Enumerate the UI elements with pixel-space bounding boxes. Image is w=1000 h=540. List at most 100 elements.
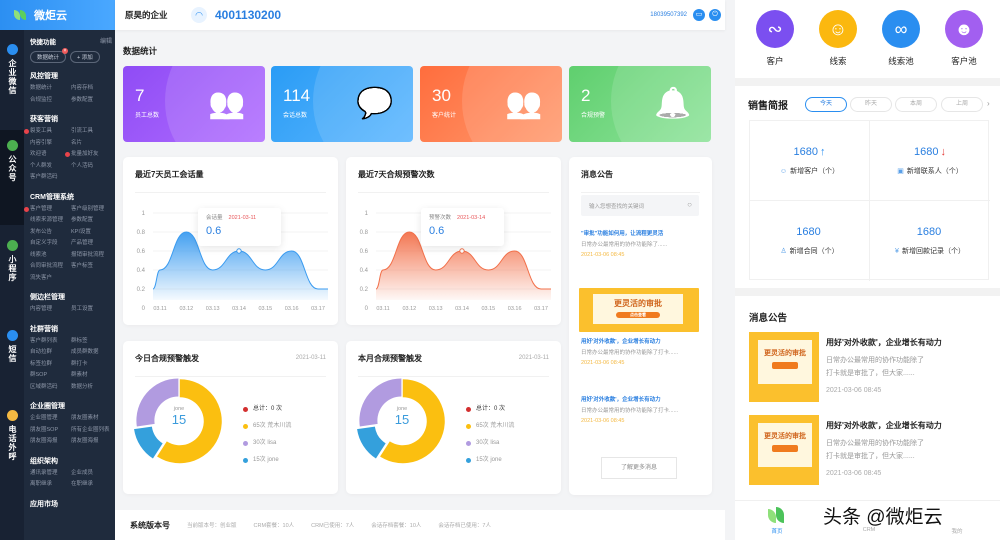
edit-link[interactable]: 编辑 xyxy=(100,36,112,46)
menu-item[interactable]: 内容管理 xyxy=(30,304,71,316)
menu-item[interactable]: 客户管理 xyxy=(24,204,71,216)
stat-card-bell[interactable]: 2 合规预警 🔔 xyxy=(569,66,711,142)
notice-item-title[interactable]: 用好'对外收款'，企业增长有动力 xyxy=(581,337,701,345)
menu-item[interactable]: 个人群发 xyxy=(30,161,71,173)
notice-item-title[interactable]: 用好'对外收款'，企业增长有动力 xyxy=(581,395,701,403)
menu-item[interactable]: 自动拉群 xyxy=(30,347,71,359)
legend-item[interactable]: 15次 jone xyxy=(243,452,291,469)
menu-item[interactable]: 朋友圈海报 xyxy=(71,436,112,448)
add-quick-button[interactable]: + 添加 xyxy=(70,51,100,63)
tab-last-week[interactable]: 上周 xyxy=(941,97,983,112)
menu-group-title[interactable]: 企业圈管理 xyxy=(30,401,112,413)
sales-cell[interactable]: 1680 ¥ 新增回款记录（个） xyxy=(870,201,990,281)
menu-item[interactable]: 标签拉群 xyxy=(30,359,71,371)
legend-item[interactable]: 65次 荒木川流 xyxy=(243,418,291,435)
menu-item[interactable]: 线索来源管理 xyxy=(30,215,71,227)
menu-group-title[interactable]: 社群营销 xyxy=(30,324,112,336)
menu-item[interactable]: 客户级别管理 xyxy=(71,204,112,216)
menu-item[interactable]: 成员群数据 xyxy=(71,347,112,359)
power-icon[interactable]: ⏻ xyxy=(709,9,721,21)
menu-item[interactable]: 合规监控 xyxy=(30,95,71,107)
menu-item[interactable]: 产品管理 xyxy=(71,238,112,250)
menu-item[interactable]: 群素材 xyxy=(71,370,112,382)
rail-item-wecom[interactable]: 企业微信 xyxy=(0,34,24,114)
menu-item[interactable]: 群SOP xyxy=(30,370,71,382)
menu-item[interactable]: 内容存档 xyxy=(71,83,112,95)
notice-item[interactable]: 用好'对外收款'，企业增长有动力 日常办公最常用的协作功能除了打卡...... 20… xyxy=(581,395,701,424)
menu-item[interactable]: 批量加好友 xyxy=(65,149,112,161)
menu-item[interactable]: 朋友圈海报 xyxy=(30,436,71,448)
menu-item[interactable]: 自定义字段 xyxy=(30,238,71,250)
account-phone[interactable]: 18039507392 xyxy=(650,12,687,18)
menu-item[interactable]: KPI设置 xyxy=(71,227,112,239)
tab-home[interactable]: 首页 xyxy=(757,527,797,535)
app-shortcut[interactable]: ∞ 线索池 xyxy=(871,10,931,67)
app-shortcut[interactable]: ☻ 客户池 xyxy=(934,10,994,67)
search-icon[interactable]: ○ xyxy=(687,200,692,209)
menu-item[interactable]: 员工设置 xyxy=(71,304,112,316)
menu-group-title[interactable]: 风控管理 xyxy=(30,71,112,83)
mobile-notice-item[interactable]: 更灵活的审批 用好'对外收款'，企业增长有动力 日常办公最常用的协作功能除了 打卡就是… xyxy=(749,415,989,485)
menu-item[interactable]: 线索池 xyxy=(30,250,71,262)
menu-group-title[interactable]: 组织架构 xyxy=(30,456,112,468)
menu-item[interactable]: 内容引擎 xyxy=(30,138,71,150)
legend-item[interactable]: 30次 lisa xyxy=(466,435,514,452)
data-point[interactable] xyxy=(236,248,242,254)
menu-item[interactable]: 客户标签 xyxy=(71,261,112,273)
legend-item[interactable]: 30次 lisa xyxy=(243,435,291,452)
menu-item[interactable]: 朋友圈素材 xyxy=(71,413,112,425)
legend-item[interactable]: 15次 jone xyxy=(466,452,514,469)
rail-item-wechat[interactable]: 公众号 xyxy=(0,130,24,225)
app-shortcut[interactable]: ∾ 客户 xyxy=(745,10,805,67)
tab-mine[interactable]: 我的 xyxy=(937,527,977,535)
menu-item[interactable]: 流失客户 xyxy=(30,273,71,285)
menu-item[interactable]: 发布公告 xyxy=(30,227,71,239)
menu-item[interactable]: 报销审批流程 xyxy=(71,250,112,262)
menu-item[interactable]: 客户群列表 xyxy=(30,336,71,348)
stat-card-customers[interactable]: 30 客户统计 👥 xyxy=(420,66,562,142)
donut-slice-1[interactable] xyxy=(357,426,386,459)
rail-item-miniprogram[interactable]: 小程序 xyxy=(0,230,24,310)
legend-item[interactable]: 65次 荒木川流 xyxy=(466,418,514,435)
rail-item-phone[interactable]: 电话外呼 xyxy=(0,400,24,480)
app-shortcut[interactable]: ☺ 线索 xyxy=(808,10,868,67)
notice-item-title[interactable]: "审批"功能如何用，让流程更灵活 xyxy=(581,229,701,237)
menu-item[interactable]: 朋友圈SOP xyxy=(30,425,71,437)
tab-today[interactable]: 今天 xyxy=(805,97,847,112)
menu-item[interactable]: 区域群活码 xyxy=(30,382,71,394)
menu-item[interactable]: 个人活码 xyxy=(71,161,112,173)
search-input[interactable]: 输入您想查找的关键词 ○ xyxy=(581,195,699,216)
home-logo-icon[interactable] xyxy=(768,507,786,523)
menu-group-title[interactable]: 应用市场 xyxy=(30,499,112,511)
notice-banner-image[interactable]: 更灵活的审批 点击查看 xyxy=(579,288,699,332)
menu-group-title[interactable]: 侧边栏管理 xyxy=(30,292,112,304)
menu-item[interactable]: 离职继承 xyxy=(30,479,71,491)
chevron-right-icon[interactable]: › xyxy=(987,99,990,108)
logo[interactable]: 微炬云 xyxy=(0,0,115,30)
menu-item[interactable]: 合同审批流程 xyxy=(30,261,71,273)
menu-item[interactable]: 名片 xyxy=(71,138,112,150)
tab-yesterday[interactable]: 昨天 xyxy=(850,97,892,112)
sales-cell[interactable]: 1680 ♙ 新增合同（个） xyxy=(750,201,870,281)
menu-item[interactable]: 裂变工具 xyxy=(24,126,71,138)
sales-cell[interactable]: 1680 ↑ ☺ 新增客户（个） xyxy=(750,121,870,201)
menu-item[interactable]: 通讯录管理 xyxy=(30,468,71,480)
menu-item[interactable]: 数据统计 xyxy=(30,83,71,95)
menu-item[interactable]: 群标签 xyxy=(71,336,112,348)
menu-item[interactable]: 引流工具 xyxy=(71,126,112,138)
menu-item[interactable]: 参数配置 xyxy=(71,215,112,227)
menu-group-title[interactable]: CRM管理系统 xyxy=(30,192,112,204)
tab-this-week[interactable]: 本周 xyxy=(895,97,937,112)
more-messages-button[interactable]: 了解更多消息 xyxy=(601,457,677,479)
menu-item[interactable]: 数据分析 xyxy=(71,382,112,394)
menu-group-title[interactable]: 获客营销 xyxy=(30,114,112,126)
menu-item[interactable]: 所有企业圈列表 xyxy=(71,425,112,437)
message-icon[interactable]: ▭ xyxy=(693,9,705,21)
stat-card-chat[interactable]: 114 会话总数 💬 xyxy=(271,66,413,142)
sales-cell[interactable]: 1680 ↓ ▣ 新增联系人（个） xyxy=(870,121,990,201)
stat-card-users[interactable]: 7 员工总数 👥 xyxy=(123,66,265,142)
menu-item[interactable]: 企业成员 xyxy=(71,468,112,480)
donut-slice-1[interactable] xyxy=(134,426,163,459)
menu-item[interactable]: 在职继承 xyxy=(71,479,112,491)
menu-item[interactable]: 群打卡 xyxy=(71,359,112,371)
